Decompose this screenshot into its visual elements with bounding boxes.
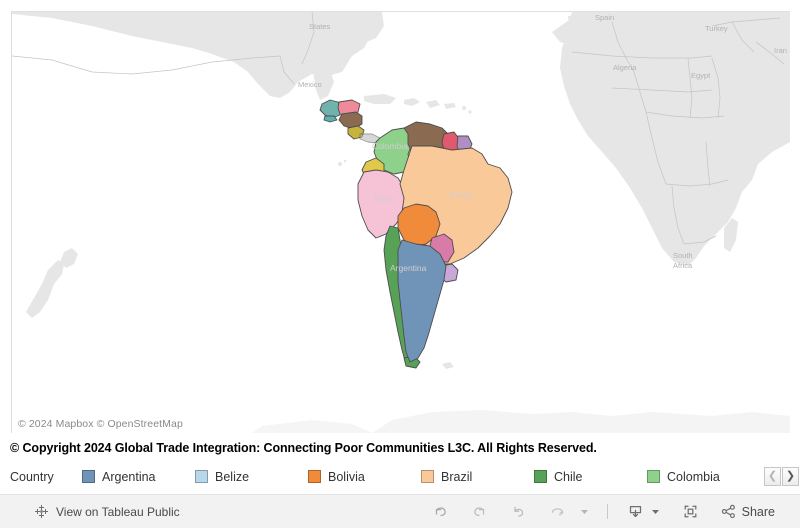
- map-canvas[interactable]: .land{fill:#e6e6e6;} .bord{fill:none;str…: [12, 12, 790, 433]
- redo-button[interactable]: [460, 495, 499, 528]
- pause-updates-dropdown[interactable]: [577, 495, 598, 528]
- legend-swatch-icon: [308, 470, 321, 483]
- legend: Country Argentina Belize Bolivia Brazil …: [0, 461, 800, 492]
- legend-swatch-icon: [421, 470, 434, 483]
- view-on-tableau-public-button[interactable]: View on Tableau Public: [0, 504, 180, 519]
- svg-text:Algeria: Algeria: [613, 63, 637, 72]
- legend-next-button[interactable]: ❯: [782, 467, 799, 486]
- legend-items: Argentina Belize Bolivia Brazil Chile Co: [82, 461, 800, 492]
- region-el-salvador: [323, 115, 338, 123]
- legend-item-label: Belize: [215, 469, 250, 484]
- legend-item-belize[interactable]: Belize: [195, 470, 308, 484]
- svg-text:Argentina: Argentina: [390, 263, 427, 273]
- legend-pager: ❮ ❯: [763, 467, 799, 486]
- legend-item-label: Chile: [554, 469, 583, 484]
- map-attribution[interactable]: © 2024 Mapbox © OpenStreetMap: [16, 417, 187, 431]
- bottom-toolbar: View on Tableau Public Share: [0, 494, 800, 528]
- svg-text:Turkey: Turkey: [705, 24, 728, 33]
- view-on-tableau-public-label: View on Tableau Public: [56, 504, 180, 519]
- legend-item-brazil[interactable]: Brazil: [421, 470, 534, 484]
- legend-item-colombia[interactable]: Colombia: [647, 470, 760, 484]
- region-argentina: [397, 239, 447, 363]
- tableau-logo-icon: [34, 504, 49, 519]
- legend-item-label: Colombia: [667, 469, 720, 484]
- map-container[interactable]: .land{fill:#e6e6e6;} .bord{fill:none;str…: [11, 11, 790, 433]
- legend-swatch-icon: [534, 470, 547, 483]
- legend-item-bolivia[interactable]: Bolivia: [308, 470, 421, 484]
- refresh-button[interactable]: [538, 495, 577, 528]
- download-dropdown-arrow-icon[interactable]: [648, 495, 671, 528]
- svg-text:Iran: Iran: [774, 46, 787, 55]
- legend-item-chile[interactable]: Chile: [534, 470, 647, 484]
- copyright-bar: © Copyright 2024 Global Trade Integratio…: [0, 436, 800, 460]
- map-svg: .land{fill:#e6e6e6;} .bord{fill:none;str…: [12, 12, 790, 433]
- copyright-text: © Copyright 2024 Global Trade Integratio…: [10, 441, 597, 455]
- legend-swatch-icon: [82, 470, 95, 483]
- svg-text:States: States: [309, 22, 331, 31]
- svg-text:Colombia: Colombia: [372, 141, 408, 151]
- svg-text:Mexico: Mexico: [298, 80, 322, 89]
- legend-item-label: Argentina: [102, 469, 156, 484]
- svg-text:Peru: Peru: [374, 194, 392, 204]
- highlighted-countries: [319, 99, 513, 369]
- svg-text:Africa: Africa: [673, 261, 693, 270]
- undo-button[interactable]: [421, 495, 460, 528]
- legend-item-label: Bolivia: [328, 469, 365, 484]
- toolbar-separator: [606, 504, 608, 519]
- legend-prev-button[interactable]: ❮: [764, 467, 781, 486]
- svg-text:Spain: Spain: [595, 13, 614, 22]
- tableau-viz: .land{fill:#e6e6e6;} .bord{fill:none;str…: [0, 0, 800, 528]
- svg-text:South: South: [673, 251, 693, 260]
- share-button[interactable]: Share: [710, 495, 786, 528]
- legend-item-argentina[interactable]: Argentina: [82, 470, 195, 484]
- toolbar-actions: Share: [421, 495, 800, 528]
- legend-swatch-icon: [195, 470, 208, 483]
- download-button[interactable]: [617, 495, 648, 528]
- svg-text:Egypt: Egypt: [691, 71, 711, 80]
- share-label: Share: [741, 504, 775, 519]
- legend-item-label: Brazil: [441, 469, 473, 484]
- revert-button[interactable]: [499, 495, 538, 528]
- fullscreen-button[interactable]: [671, 495, 710, 528]
- svg-text:Brazil: Brazil: [450, 190, 471, 200]
- legend-swatch-icon: [647, 470, 660, 483]
- legend-title: Country: [10, 469, 54, 484]
